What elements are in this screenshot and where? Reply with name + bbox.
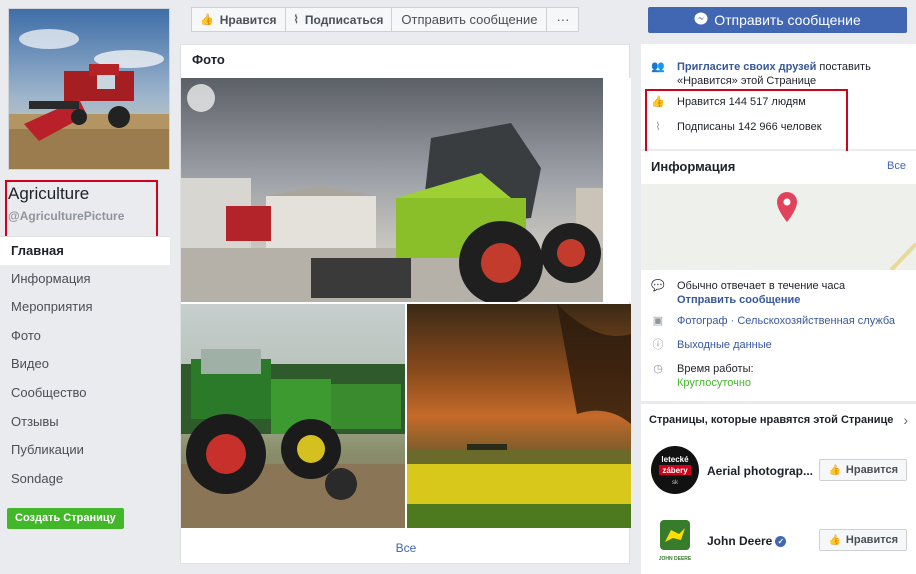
info-circle-icon: ⓘ <box>652 339 664 351</box>
nav-item-community[interactable]: Сообщество <box>0 379 170 408</box>
liked-page-name-group: John Deere ✓ <box>707 534 787 548</box>
info-see-all-link[interactable]: Все <box>887 160 906 172</box>
categories-row: ▣ Фотограф · Сельскохозяйственная служба <box>651 314 895 328</box>
nav-item-info[interactable]: Информация <box>0 265 170 294</box>
nav-item-sondage[interactable]: Sondage <box>0 465 170 494</box>
tractor-photo-1 <box>181 84 603 302</box>
follow-label: Подписаться <box>304 12 384 27</box>
aerial-photography-logo[interactable]: letecké zábery sk <box>651 446 699 494</box>
thumbs-up-icon: 👍 <box>828 534 841 546</box>
photo-rapeseed-field[interactable] <box>407 304 631 528</box>
john-deere-logo[interactable]: JOHN DEERE <box>651 516 699 564</box>
info-card: Информация Все 💬 Обычно отвечает в течен… <box>641 151 916 401</box>
clock-icon: ◷ <box>653 363 663 375</box>
more-options-button[interactable]: ··· <box>546 7 580 32</box>
liked-page-like-button[interactable]: 👍 Нравится <box>819 459 907 481</box>
response-time-text: Обычно отвечает в течение часа <box>677 280 846 292</box>
response-time-row: 💬 Обычно отвечает в течение часа Отправи… <box>651 279 845 307</box>
liked-page-item: JOHN DEERE John Deere ✓ 👍 Нравится <box>649 516 911 570</box>
like-button[interactable]: 👍 Нравится <box>191 7 286 32</box>
liked-pages-title[interactable]: Страницы, которые нравятся этой Странице <box>649 414 893 426</box>
invite-friends-icon: 👥 <box>651 61 665 73</box>
left-column: Agriculture @AgriculturePicture Главная … <box>0 0 170 574</box>
liked-page-name[interactable]: Aerial photograp... <box>707 464 813 478</box>
response-time-text-group: Обычно отвечает в течение часа Отправить… <box>677 279 845 307</box>
categories-link[interactable]: Фотограф · Сельскохозяйственная служба <box>677 314 895 328</box>
follow-button[interactable]: ⌇ Подписаться <box>284 7 393 32</box>
invite-friends-link[interactable]: Пригласите своих друзей <box>677 61 816 73</box>
thumbs-up-icon: 👍 <box>200 14 214 26</box>
like-label: Нравится <box>219 12 277 27</box>
logo-text-line-2: zábery <box>662 466 688 475</box>
messenger-icon <box>694 12 708 29</box>
see-all-photos-link[interactable]: Все <box>181 541 631 555</box>
rss-icon: ⌇ <box>293 14 299 26</box>
tractor-photo-2 <box>181 349 405 528</box>
create-page-button[interactable]: Создать Страницу <box>7 508 124 529</box>
nav-item-home[interactable]: Главная <box>0 236 170 265</box>
combine-harvester-image <box>9 9 169 169</box>
field-photo-3 <box>407 304 631 528</box>
nav-item-posts[interactable]: Публикации <box>0 436 170 465</box>
page-nav: Главная Информация Мероприятия Фото Виде… <box>0 236 170 493</box>
hours-label: Время работы: <box>677 363 754 375</box>
liked-page-like-button[interactable]: 👍 Нравится <box>819 529 907 551</box>
hours-value: Круглосуточно <box>677 377 752 389</box>
info-send-message-link[interactable]: Отправить сообщение <box>677 294 800 306</box>
send-message-label: Отправить сообщение <box>714 12 861 28</box>
nav-item-reviews[interactable]: Отзывы <box>0 408 170 437</box>
hours-row: ◷ Время работы: Круглосуточно <box>651 362 754 390</box>
location-map[interactable] <box>641 184 916 272</box>
liked-page-name[interactable]: John Deere <box>707 534 772 548</box>
nav-item-events[interactable]: Мероприятия <box>0 293 170 322</box>
photos-title[interactable]: Фото <box>192 52 225 67</box>
briefcase-icon: ▣ <box>652 315 664 327</box>
send-message-primary-button[interactable]: Отправить сообщение <box>648 7 907 33</box>
liked-page-like-label: Нравится <box>845 464 898 476</box>
logo-text: JOHN DEERE <box>659 556 692 562</box>
hours-text-group: Время работы: Круглосуточно <box>677 362 754 390</box>
chat-bubble-icon: 💬 <box>651 280 665 292</box>
liked-pages-card: Страницы, которые нравятся этой Странице… <box>641 404 916 574</box>
profile-picture[interactable] <box>8 8 170 170</box>
liked-page-item: letecké zábery sk Aerial photograp... 👍 … <box>649 446 911 500</box>
nav-item-photos[interactable]: Фото <box>0 322 170 351</box>
send-message-button[interactable]: Отправить сообщение <box>391 7 548 32</box>
nav-item-videos[interactable]: Видео <box>0 350 170 379</box>
info-title[interactable]: Информация <box>651 159 735 174</box>
invite-friends-row: 👥 Пригласите своих друзей поставить «Нра… <box>651 60 907 88</box>
photos-card: Фото Все <box>180 44 631 564</box>
chevron-right-icon[interactable]: › <box>903 412 908 428</box>
liked-page-like-label: Нравится <box>845 534 898 546</box>
photo-tractor-john-deere[interactable] <box>181 304 405 528</box>
invite-friends-text: Пригласите своих друзей поставить «Нрави… <box>677 60 907 88</box>
map-graphic <box>641 184 916 272</box>
photo-divider <box>603 78 631 302</box>
page-action-bar: 👍 Нравится ⌇ Подписаться Отправить сообщ… <box>191 7 580 32</box>
photo-tractor-claas[interactable] <box>181 78 603 302</box>
verified-badge-icon: ✓ <box>775 536 787 547</box>
thumbs-up-icon: 👍 <box>828 464 841 476</box>
more-icon: ··· <box>556 12 570 27</box>
imprint-row: ⓘ Выходные данные <box>651 338 772 352</box>
logo-text-line-1: letecké <box>661 455 689 464</box>
logo-text-line-3: sk <box>672 480 679 486</box>
imprint-link[interactable]: Выходные данные <box>677 338 772 352</box>
